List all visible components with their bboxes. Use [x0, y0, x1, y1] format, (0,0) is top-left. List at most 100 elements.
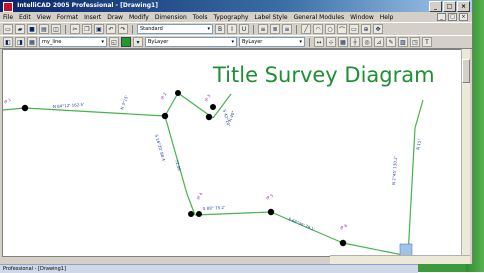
mdi-close-button[interactable]: × — [459, 13, 468, 21]
align-center-icon[interactable]: ≣ — [270, 24, 280, 34]
underline-icon[interactable]: U — [239, 24, 249, 34]
survey-point[interactable] — [21, 104, 29, 112]
menu-window[interactable]: Window — [350, 14, 374, 21]
survey-point[interactable] — [196, 211, 202, 217]
layer-state-icon[interactable]: ◨ — [15, 37, 25, 47]
dimension-icon[interactable]: ↔ — [314, 37, 324, 47]
color-dropdown-icon[interactable]: ▾ — [133, 37, 143, 47]
italic-icon[interactable]: I — [227, 24, 237, 34]
menu-file[interactable]: File — [3, 14, 13, 21]
bearing-label: N 2°45' 130.2' — [391, 156, 398, 185]
toolbar-separator — [65, 24, 66, 34]
boundary-lines — [3, 92, 424, 256]
app-window: IntelliCAD 2005 Professional - [Drawing1… — [0, 0, 473, 264]
grid-icon[interactable]: ▦ — [338, 37, 348, 47]
toolbar-separator — [296, 24, 297, 34]
block-icon[interactable]: ◳ — [410, 37, 420, 47]
menu-general-modules[interactable]: General Modules — [294, 14, 345, 21]
chevron-down-icon: ▾ — [299, 39, 302, 45]
survey-point[interactable] — [161, 112, 169, 120]
snap-icon[interactable]: ⊹ — [326, 37, 336, 47]
properties-icon[interactable]: ◎ — [362, 37, 372, 47]
window-controls: _ □ × — [429, 1, 470, 12]
menu-insert[interactable]: Insert — [84, 14, 101, 21]
new-file-icon[interactable]: ▭ — [3, 24, 13, 34]
color-swatch[interactable] — [121, 37, 131, 47]
menu-edit[interactable]: Edit — [19, 14, 31, 21]
properties-toolbar: ◧ ◨ ▦ my_line ▾ ◱ ▾ ByLayer ▾ ByLayer ▾ … — [0, 35, 472, 49]
font-style-combo[interactable]: Standard ▾ — [137, 24, 213, 34]
horizontal-scrollbar[interactable] — [330, 255, 470, 264]
draw-line-icon[interactable]: ╱ — [301, 24, 311, 34]
paste-icon[interactable]: ▣ — [94, 24, 104, 34]
menu-tools[interactable]: Tools — [193, 14, 208, 21]
layer-combo[interactable]: my_line ▾ — [39, 37, 107, 47]
close-button[interactable]: × — [457, 1, 470, 12]
bearing-label: 72.06' — [174, 159, 182, 172]
survey-point[interactable] — [188, 211, 194, 217]
menu-dimension[interactable]: Dimension — [155, 14, 187, 21]
point-label: IP 3 — [204, 93, 212, 102]
save-icon[interactable]: ■ — [27, 24, 37, 34]
chevron-down-icon: ▾ — [207, 26, 210, 32]
pan-icon[interactable]: ✥ — [373, 24, 383, 34]
menu-help[interactable]: Help — [380, 14, 394, 21]
layer-icon[interactable]: ▦ — [27, 37, 37, 47]
redo-icon[interactable]: ↷ — [118, 24, 128, 34]
align-right-icon[interactable]: ≡ — [282, 24, 292, 34]
survey-point[interactable] — [175, 90, 181, 96]
layer-manager-icon[interactable]: ◧ — [3, 37, 13, 47]
align-left-icon[interactable]: ≡ — [258, 24, 268, 34]
bearing-label: S 88° 75.2' — [203, 205, 225, 211]
open-folder-icon[interactable]: ▰ — [15, 24, 25, 34]
rectangle-icon[interactable]: ▭ — [349, 24, 359, 34]
text-icon[interactable]: T — [422, 37, 432, 47]
menu-modify[interactable]: Modify — [129, 14, 149, 21]
boundary-line — [3, 107, 26, 111]
point-label: IP 6 — [339, 223, 348, 231]
ortho-icon[interactable]: ┼ — [350, 37, 360, 47]
lineweight-combo[interactable]: ByLayer ▾ — [239, 37, 305, 47]
draw-circle-icon[interactable]: ○ — [325, 24, 335, 34]
diagram-title: Title Survey Diagram — [213, 63, 435, 87]
print-preview-icon[interactable]: ◫ — [51, 24, 61, 34]
mdi-minimize-button[interactable]: _ — [437, 13, 446, 21]
menu-typography[interactable]: Typography — [214, 14, 249, 21]
survey-point[interactable] — [210, 104, 216, 110]
toolbar-separator — [309, 37, 310, 47]
hatch-icon[interactable]: ▨ — [398, 37, 408, 47]
survey-point[interactable] — [267, 208, 275, 216]
minimize-button[interactable]: _ — [429, 1, 442, 12]
window-title: IntelliCAD 2005 Professional - [Drawing1… — [17, 2, 158, 9]
mdi-controls: _ □ × — [437, 13, 472, 21]
draw-arc-icon[interactable]: ◠ — [313, 24, 323, 34]
app-icon — [3, 2, 13, 12]
bearing-label: S 66°30' 79.1' — [288, 216, 316, 232]
lineweight-value: ByLayer — [242, 39, 263, 45]
maximize-button[interactable]: □ — [443, 1, 456, 12]
survey-point[interactable] — [339, 239, 347, 247]
zoom-icon[interactable]: ⊕ — [361, 24, 371, 34]
layer-previous-icon[interactable]: ◱ — [109, 37, 119, 47]
linetype-combo[interactable]: ByLayer ▾ — [145, 37, 237, 47]
menu-label-style[interactable]: Label Style — [254, 14, 287, 21]
cut-icon[interactable]: ✂ — [70, 24, 80, 34]
survey-point[interactable] — [205, 113, 213, 121]
drawing-canvas[interactable]: N 84°12' 162.5' N 3°15' S 16°20' 88.4' 7… — [2, 49, 468, 257]
bearing-label: N 15° — [415, 138, 422, 150]
print-icon[interactable]: ▤ — [39, 24, 49, 34]
copy-icon[interactable]: ❐ — [82, 24, 92, 34]
point-label: IP 2 — [160, 91, 168, 100]
vertical-scrollbar[interactable] — [461, 49, 470, 255]
match-properties-icon[interactable]: ✎ — [386, 37, 396, 47]
undo-icon[interactable]: ↶ — [106, 24, 116, 34]
menu-draw[interactable]: Draw — [107, 14, 123, 21]
bold-icon[interactable]: B — [215, 24, 225, 34]
menu-view[interactable]: View — [37, 14, 51, 21]
standard-toolbar: ▭ ▰ ■ ▤ ◫ ✂ ❐ ▣ ↶ ↷ Standard ▾ B I U ≡ ≣… — [0, 22, 472, 36]
mdi-restore-button[interactable]: □ — [448, 13, 457, 21]
polyline-icon[interactable]: ⌒ — [337, 24, 347, 34]
scrollbar-thumb[interactable] — [462, 59, 470, 83]
menu-format[interactable]: Format — [57, 14, 78, 21]
measure-icon[interactable]: ⊿ — [374, 37, 384, 47]
